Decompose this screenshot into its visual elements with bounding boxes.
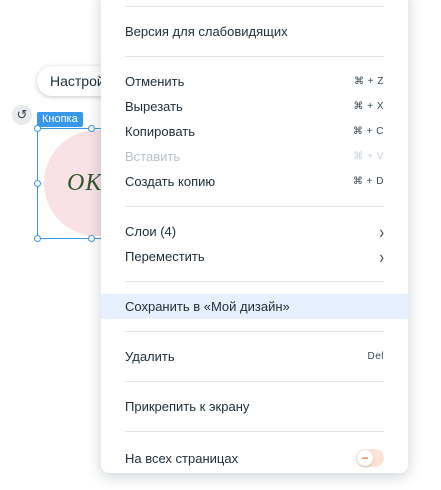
resize-handle-top-middle[interactable] [88,125,95,132]
menu-item-undo[interactable]: Отменить ⌘ + Z [101,69,408,94]
menu-group-accessibility: Версия для слабовидящих [101,7,408,56]
menu-item-label: Копировать [125,124,195,139]
resize-handle-top-left[interactable] [34,125,41,132]
menu-item-label: Сохранить в «Мой дизайн» [125,299,290,314]
menu-item-label: Переместить [125,249,205,264]
menu-item-pin-to-screen[interactable]: Прикрепить к экрану [101,394,408,419]
menu-group-pin: Прикрепить к экрану [101,382,408,431]
menu-item-label: На всех страницах [125,450,239,466]
toggle-off-icon: − [357,450,373,466]
menu-item-shortcut: ⌘ + C [352,126,384,137]
menu-item-label: Слои (4) [125,224,177,239]
menu-group-arrange: Слои (4) › Переместить › [101,207,408,281]
menu-item-accessibility[interactable]: Версия для слабовидящих [101,19,408,44]
menu-item-duplicate[interactable]: Создать копию ⌘ + D [101,169,408,194]
context-menu: Версия для слабовидящих Отменить ⌘ + Z В… [101,0,408,473]
menu-item-shortcut: Del [367,351,384,362]
chevron-right-icon: › [379,246,384,267]
menu-item-label: Прикрепить к экрану [125,399,250,414]
menu-item-copy[interactable]: Копировать ⌘ + C [101,119,408,144]
menu-item-label: Удалить [125,349,175,364]
menu-group-all-pages: На всех страницах − [101,432,408,484]
resize-handle-middle-left[interactable] [34,180,41,187]
menu-item-label: Версия для слабовидящих [125,24,288,39]
chevron-right-icon: › [379,221,384,242]
menu-item-shortcut: ⌘ + Z [353,76,384,87]
menu-item-label: Вставить [125,149,181,164]
all-pages-toggle[interactable]: − [356,449,384,467]
menu-item-delete[interactable]: Удалить Del [101,344,408,369]
menu-item-show-on-all-pages[interactable]: На всех страницах − [101,444,408,472]
menu-item-label: Создать копию [125,174,216,189]
menu-item-shortcut: ⌘ + D [352,176,384,187]
resize-handle-bottom-left[interactable] [34,235,41,242]
menu-item-shortcut: ⌘ + X [353,101,384,112]
menu-item-move[interactable]: Переместить › [101,244,408,269]
element-type-tag: Кнопка [37,112,83,127]
menu-item-layers[interactable]: Слои (4) › [101,219,408,244]
menu-item-shortcut: ⌘ + V [353,151,384,162]
menu-group-delete: Удалить Del [101,332,408,381]
menu-item-cut[interactable]: Вырезать ⌘ + X [101,94,408,119]
menu-item-save-to-my-design[interactable]: Сохранить в «Мой дизайн» [101,294,408,319]
menu-group-edit: Отменить ⌘ + Z Вырезать ⌘ + X Копировать… [101,57,408,206]
menu-item-label: Вырезать [125,99,183,114]
rotate-icon[interactable]: ↺ [12,105,32,125]
menu-group-save: Сохранить в «Мой дизайн» [101,282,408,331]
menu-item-paste: Вставить ⌘ + V [101,144,408,169]
menu-item-label: Отменить [125,74,185,89]
resize-handle-bottom-middle[interactable] [88,235,95,242]
